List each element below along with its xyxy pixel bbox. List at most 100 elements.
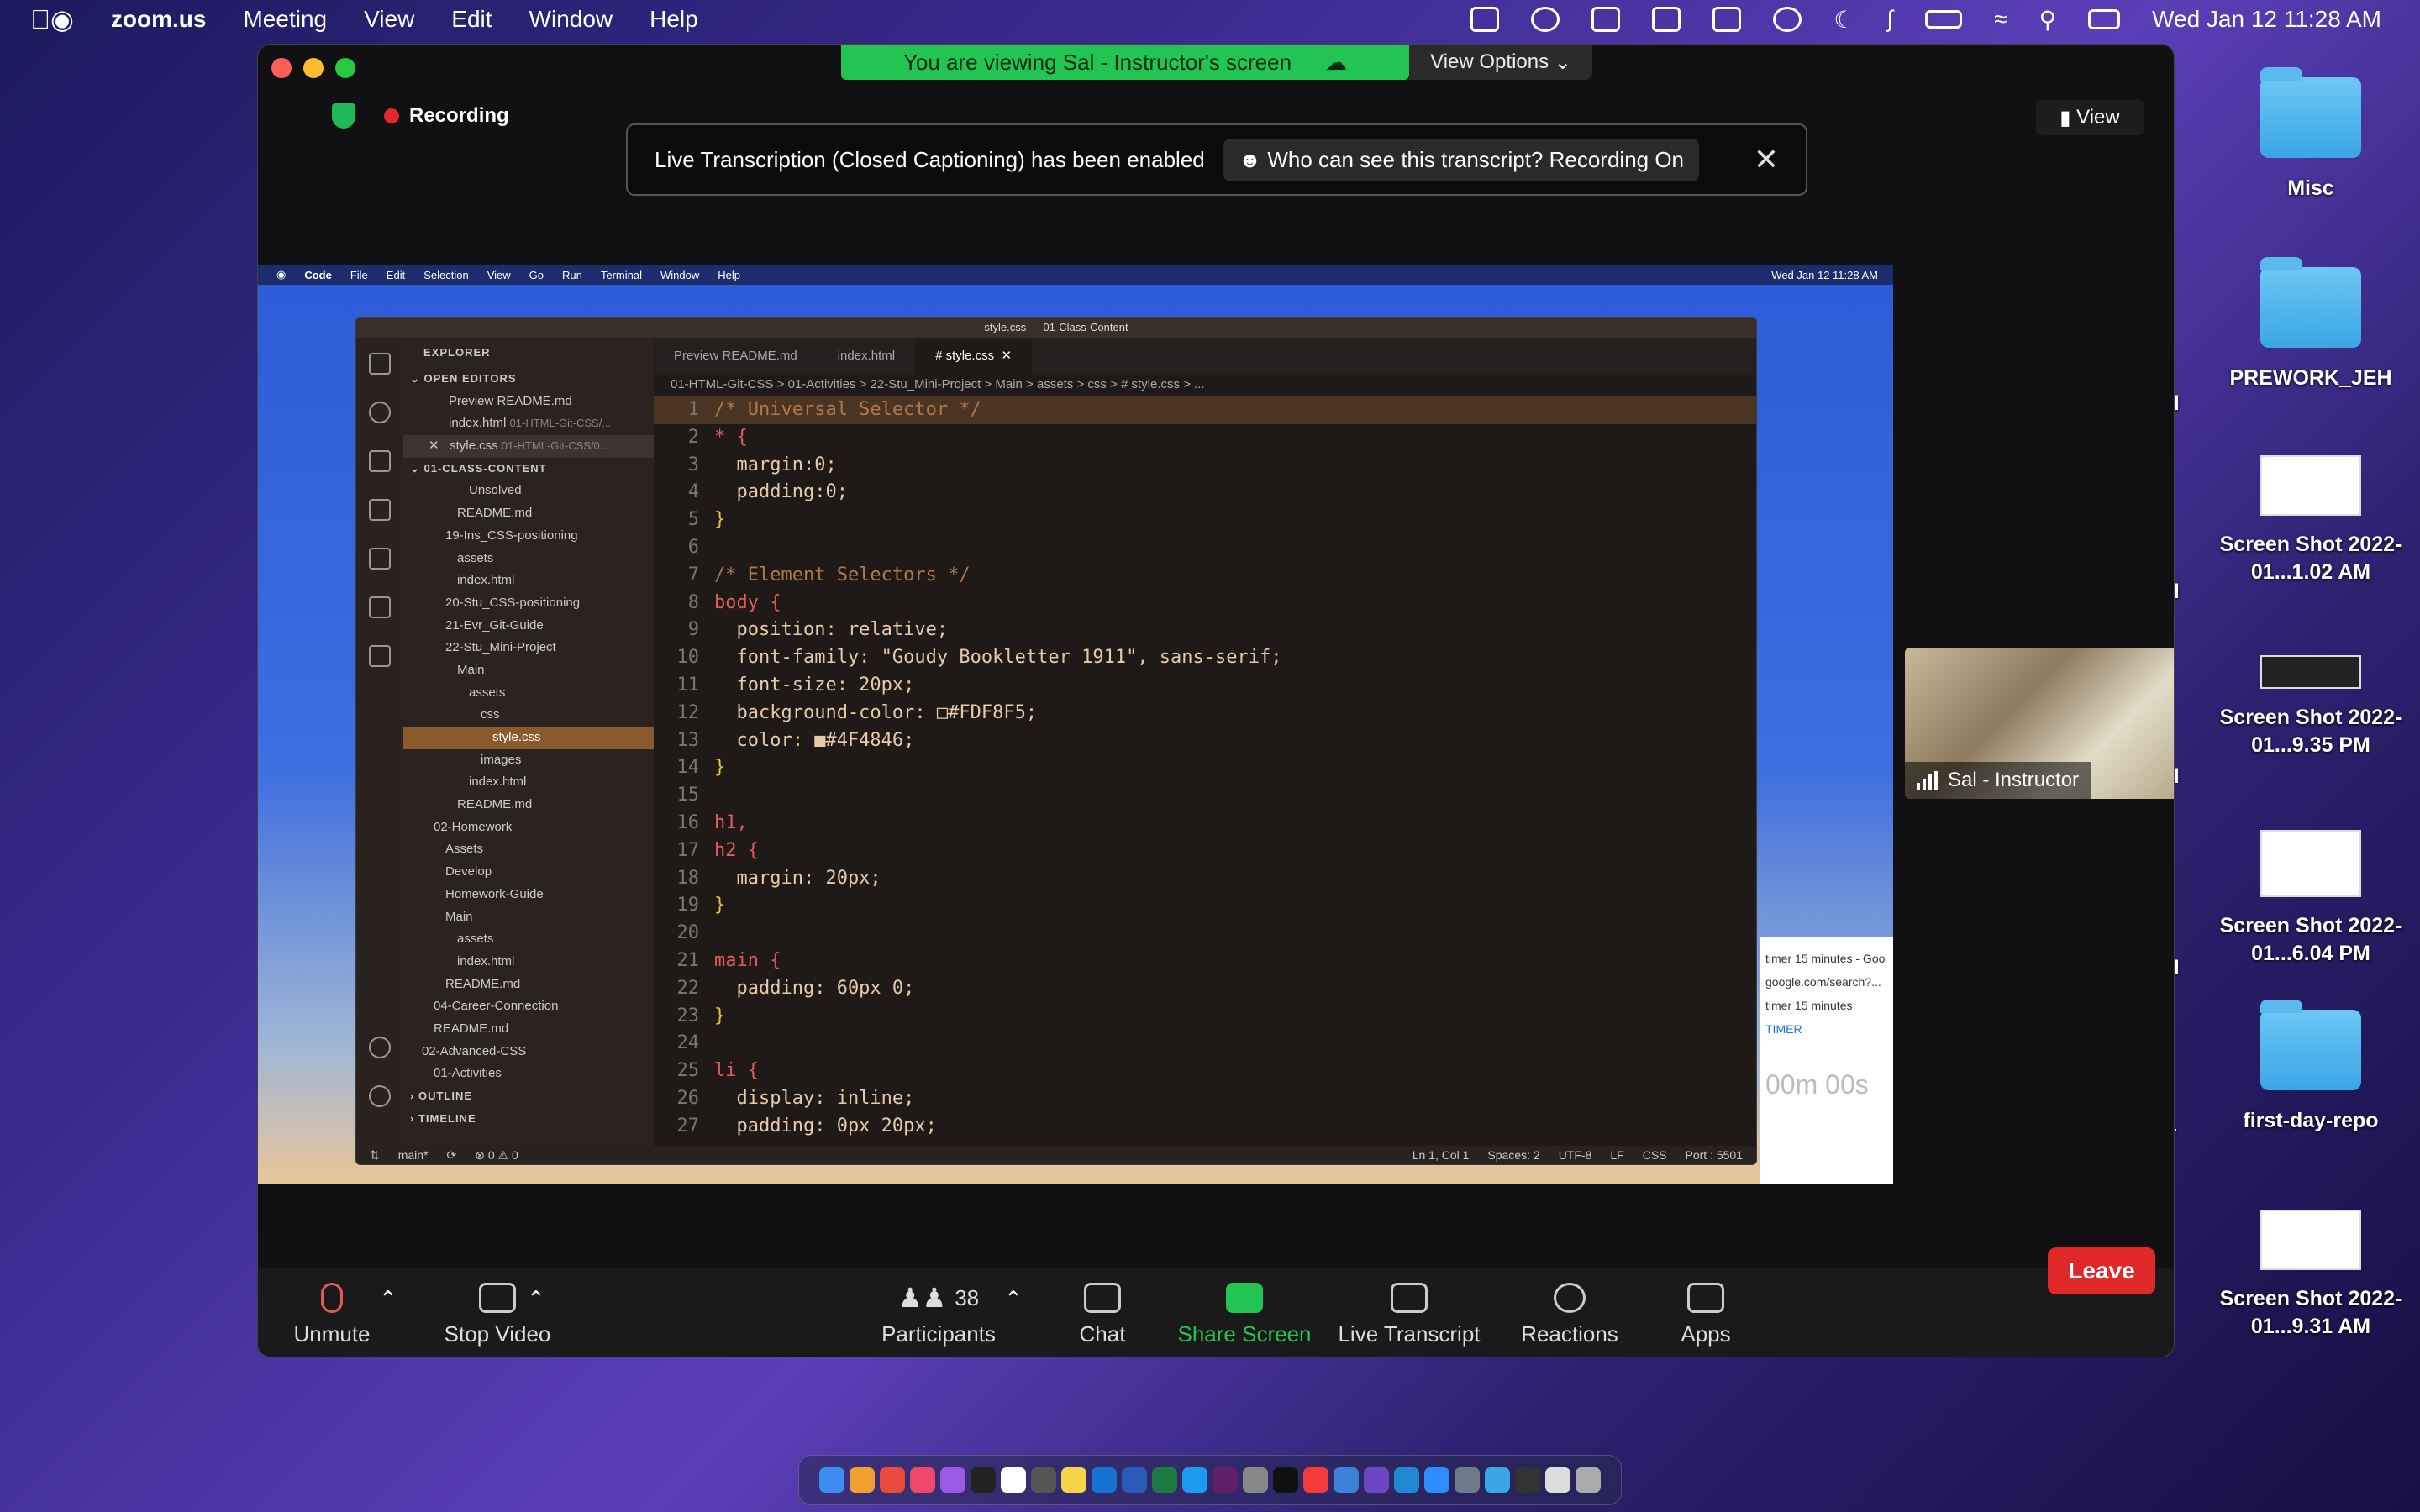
desktop-item[interactable]: Screen Shot 2022-01...1.02 AM bbox=[2210, 455, 2412, 585]
shared-clock: Wed Jan 12 11:28 AM bbox=[1771, 268, 1878, 281]
participants-button[interactable]: ♟♟ 38 Participants bbox=[871, 1283, 1006, 1347]
parallels-status-icon[interactable] bbox=[1652, 7, 1681, 32]
news-icon[interactable] bbox=[1303, 1467, 1328, 1493]
live-transcript-button[interactable]: Live Transcript bbox=[1334, 1283, 1485, 1347]
screenshot-tool-icon[interactable] bbox=[1455, 1467, 1480, 1493]
apps-label: Apps bbox=[1681, 1321, 1731, 1347]
menu-view[interactable]: View bbox=[364, 6, 414, 33]
indent-status: Spaces: 2 bbox=[1487, 1148, 1540, 1162]
close-window-button[interactable] bbox=[271, 58, 292, 78]
close-icon[interactable]: ✕ bbox=[1754, 142, 1779, 177]
github-desktop-icon[interactable] bbox=[1364, 1467, 1389, 1493]
code-line: 9 position: relative; bbox=[654, 617, 1756, 644]
search-icon[interactable]: ⚲ bbox=[2039, 6, 2057, 34]
trash-icon[interactable] bbox=[1576, 1467, 1601, 1493]
status-bar: ⇅ main* ⟳ ⊗ 0 ⚠ 0 Ln 1, Col 1 Spaces: 2 … bbox=[356, 1146, 1756, 1164]
screenshot-thumbnail bbox=[2260, 455, 2361, 516]
calculator-icon[interactable] bbox=[1031, 1467, 1056, 1493]
vpn-status-icon[interactable] bbox=[1773, 7, 1802, 32]
desktop-item[interactable]: first-day-repo bbox=[2210, 1000, 2412, 1135]
menu-window[interactable]: Window bbox=[529, 6, 613, 33]
desktop-item[interactable]: Screen Shot 2022-01...9.31 AM bbox=[2210, 1210, 2412, 1340]
minimize-window-button[interactable] bbox=[303, 58, 324, 78]
line-text: margin:0; bbox=[714, 454, 837, 475]
podcasts-icon[interactable] bbox=[940, 1467, 965, 1493]
line-text: h1, bbox=[714, 811, 748, 833]
line-text: padding:0; bbox=[714, 481, 848, 503]
folder-label: 01-CLASS-CONTENT bbox=[424, 461, 547, 475]
leave-button[interactable]: Leave bbox=[2048, 1247, 2155, 1294]
view-options-button[interactable]: View Options ⌄ bbox=[1409, 45, 1592, 80]
desktop-item[interactable]: PREWORK_JEH bbox=[2210, 257, 2412, 392]
sync-status-icon[interactable] bbox=[1712, 7, 1742, 32]
tree-item: images bbox=[481, 752, 522, 767]
participants-icon: ♟♟ bbox=[897, 1283, 947, 1313]
chat-button[interactable]: Chat bbox=[1065, 1283, 1140, 1347]
breadcrumb: 01-HTML-Git-CSS > 01-Activities > 22-Stu… bbox=[671, 377, 1205, 391]
app-store-icon[interactable] bbox=[1182, 1467, 1207, 1493]
menu-app-name[interactable]: zoom.us bbox=[111, 6, 207, 33]
photos-icon[interactable] bbox=[850, 1467, 875, 1493]
tv-icon[interactable] bbox=[971, 1467, 996, 1493]
downloads-folder-icon[interactable] bbox=[1485, 1467, 1510, 1493]
line-text: margin: 20px; bbox=[714, 867, 881, 889]
recording-indicator[interactable]: Recording bbox=[332, 103, 509, 129]
tree-item: index.html bbox=[457, 573, 515, 588]
line-number: 11 bbox=[676, 674, 700, 696]
terminal-icon[interactable] bbox=[1273, 1467, 1298, 1493]
word-icon[interactable] bbox=[1122, 1467, 1147, 1493]
audio-options-chevron-icon[interactable]: ⌃ bbox=[379, 1286, 397, 1312]
git-branch-status: main* bbox=[397, 1148, 429, 1162]
excel-icon[interactable] bbox=[1152, 1467, 1177, 1493]
line-text: main { bbox=[714, 949, 781, 971]
desktop-item[interactable]: Screen Shot 2022-01...9.35 PM bbox=[2210, 655, 2412, 759]
chrome-icon[interactable] bbox=[880, 1467, 905, 1493]
calendar-icon[interactable] bbox=[1001, 1467, 1026, 1493]
slack-icon[interactable] bbox=[1213, 1467, 1238, 1493]
menu-help[interactable]: Help bbox=[650, 6, 698, 33]
system-preferences-icon[interactable] bbox=[1243, 1467, 1268, 1493]
participants-options-chevron-icon[interactable]: ⌃ bbox=[1004, 1286, 1023, 1312]
tree-item: 02-Advanced-CSS bbox=[422, 1043, 527, 1058]
zoom-status-icon[interactable] bbox=[1470, 7, 1500, 32]
bluetooth-icon[interactable]: ∫ bbox=[1887, 6, 1894, 33]
zoom-window-button[interactable] bbox=[335, 58, 355, 78]
stop-video-button[interactable]: Stop Video bbox=[426, 1283, 569, 1347]
apple-icon[interactable]: ◉ bbox=[30, 3, 74, 35]
participants-label: Participants bbox=[881, 1321, 996, 1347]
menu-meeting[interactable]: Meeting bbox=[243, 6, 327, 33]
dock bbox=[798, 1455, 1622, 1505]
share-screen-button[interactable]: Share Screen bbox=[1177, 1283, 1312, 1347]
line-number: 17 bbox=[676, 839, 700, 861]
participant-video[interactable]: Sal - Instructor bbox=[1905, 648, 2174, 799]
desktop-item[interactable]: Screen Shot 2022-01...6.04 PM bbox=[2210, 830, 2412, 967]
view-button[interactable]: ▮ View bbox=[2036, 100, 2144, 135]
screen-stack-icon[interactable] bbox=[1515, 1467, 1540, 1493]
unmute-button[interactable]: Unmute bbox=[281, 1283, 382, 1347]
reactions-button[interactable]: Reactions bbox=[1515, 1283, 1624, 1347]
wifi-icon[interactable]: ≈ bbox=[1994, 6, 2007, 33]
video-options-chevron-icon[interactable]: ⌃ bbox=[527, 1286, 545, 1312]
apps-button[interactable]: Apps bbox=[1668, 1283, 1744, 1347]
desktop-item[interactable]: Misc bbox=[2210, 67, 2412, 202]
documents-stack-icon[interactable] bbox=[1545, 1467, 1570, 1493]
moon-icon[interactable]: ☾ bbox=[1833, 6, 1854, 34]
code-line: 16 h1, bbox=[654, 810, 1756, 837]
preview-icon[interactable] bbox=[1334, 1467, 1359, 1493]
menu-edit[interactable]: Edit bbox=[451, 6, 492, 33]
finder-icon[interactable] bbox=[819, 1467, 844, 1493]
outlook-icon[interactable] bbox=[1092, 1467, 1117, 1493]
notes-icon[interactable] bbox=[1061, 1467, 1086, 1493]
menu-clock[interactable]: Wed Jan 12 11:28 AM bbox=[2152, 6, 2381, 33]
view-button-label: View bbox=[2076, 106, 2120, 129]
shield-status-icon[interactable] bbox=[1591, 7, 1621, 32]
vscode-icon[interactable] bbox=[1394, 1467, 1419, 1493]
transcript-visibility-button[interactable]: ☻ Who can see this transcript? Recording… bbox=[1223, 138, 1700, 181]
arc-status-icon[interactable] bbox=[1531, 7, 1560, 32]
video-camera-icon bbox=[479, 1283, 516, 1313]
security-shield-icon[interactable] bbox=[332, 103, 355, 129]
zoom-icon[interactable] bbox=[1424, 1467, 1449, 1493]
control-center-icon[interactable] bbox=[2088, 9, 2121, 29]
music-icon[interactable] bbox=[910, 1467, 935, 1493]
battery-icon[interactable] bbox=[1925, 10, 1963, 29]
